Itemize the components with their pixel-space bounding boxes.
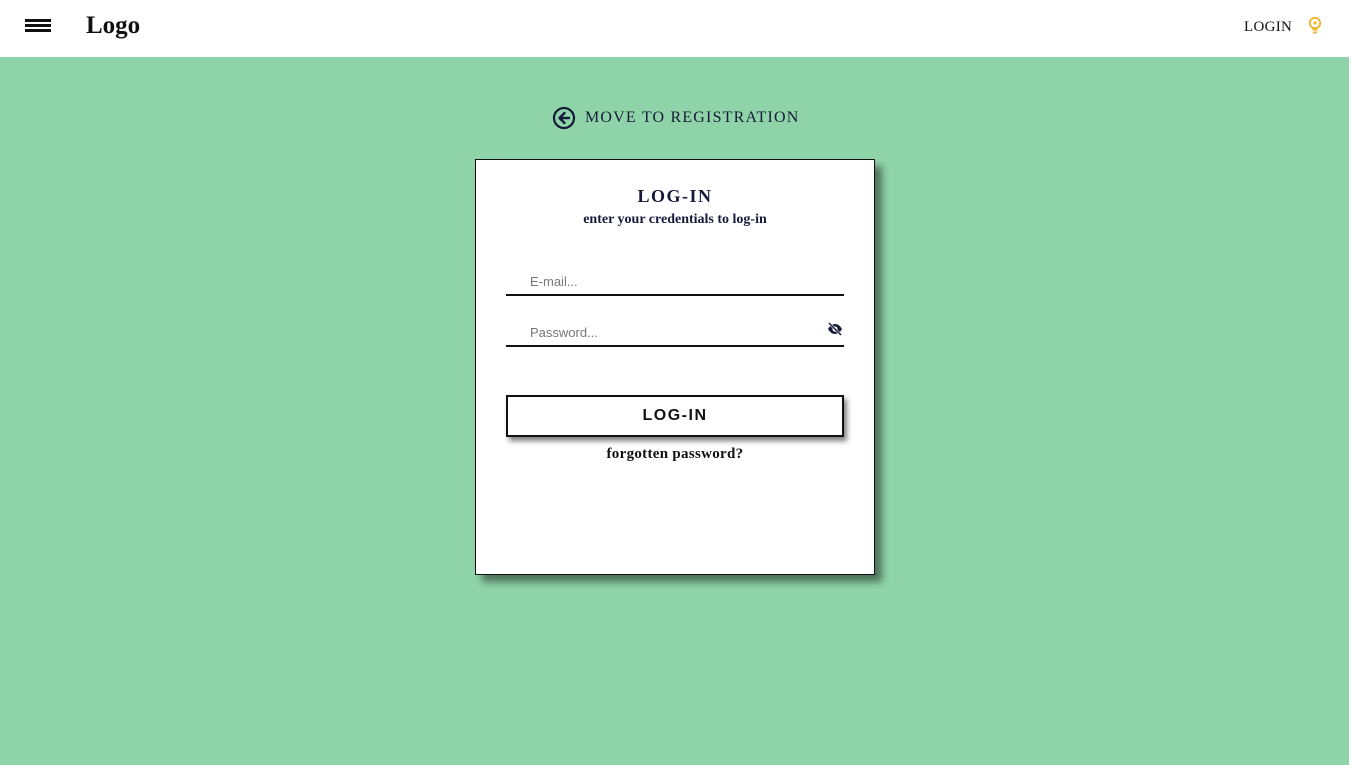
email-input[interactable] bbox=[530, 272, 810, 290]
eye-slash-icon[interactable] bbox=[827, 321, 843, 337]
main-area: MOVE TO REGISTRATION LOG-IN enter your c… bbox=[0, 57, 1349, 765]
page: Logo LOGIN MOVE TO REGISTRATION LOG-IN e… bbox=[0, 0, 1352, 765]
forgotten-password-link[interactable]: forgotten password? bbox=[476, 446, 874, 463]
email-field-wrapper bbox=[506, 268, 844, 296]
lightbulb-icon[interactable] bbox=[1307, 16, 1323, 36]
password-field-wrapper bbox=[506, 319, 844, 347]
top-header: Logo LOGIN bbox=[0, 0, 1349, 57]
card-subtitle: enter your credentials to log-in bbox=[583, 212, 767, 227]
move-to-registration-label: MOVE TO REGISTRATION bbox=[585, 109, 800, 126]
card-title: LOG-IN bbox=[637, 186, 713, 206]
login-card: LOG-IN enter your credentials to log-in bbox=[475, 159, 875, 575]
login-submit-button[interactable]: LOG-IN bbox=[506, 395, 844, 437]
logo[interactable]: Logo bbox=[86, 11, 140, 41]
arrow-left-circle-icon bbox=[552, 106, 576, 130]
password-input[interactable] bbox=[530, 323, 810, 341]
move-to-registration-link[interactable]: MOVE TO REGISTRATION bbox=[552, 106, 800, 130]
hamburger-menu-icon[interactable] bbox=[25, 19, 51, 35]
nav-login-link[interactable]: LOGIN bbox=[1244, 18, 1292, 36]
